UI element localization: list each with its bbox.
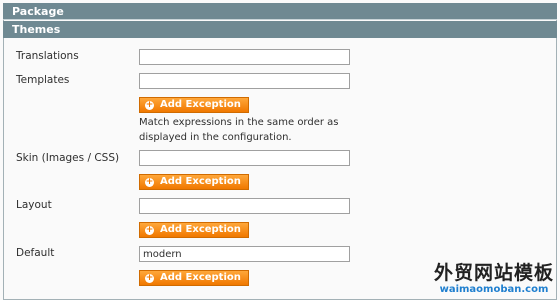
button-label: Add Exception bbox=[160, 224, 241, 235]
default-input[interactable] bbox=[139, 246, 350, 262]
section-header-themes[interactable]: Themes bbox=[3, 21, 557, 38]
button-label: Add Exception bbox=[160, 99, 241, 110]
templates-label: Templates bbox=[16, 74, 70, 86]
skin-label: Skin (Images / CSS) bbox=[16, 152, 120, 164]
default-label: Default bbox=[16, 247, 55, 259]
help-note: Match expressions in the same order as d… bbox=[139, 117, 339, 143]
watermark-chinese: 外贸网站模板 bbox=[433, 262, 554, 284]
watermark: 外贸网站模板 waimaomoban.com bbox=[434, 262, 554, 296]
layout-input[interactable] bbox=[139, 198, 350, 214]
plus-icon: + bbox=[145, 176, 154, 187]
default-add-exception-button[interactable]: + Add Exception bbox=[139, 270, 249, 286]
section-header-package[interactable]: Package bbox=[3, 3, 557, 20]
layout-add-exception-button[interactable]: + Add Exception bbox=[139, 222, 249, 238]
plus-icon: + bbox=[145, 99, 154, 110]
skin-input[interactable] bbox=[139, 150, 350, 166]
translations-input[interactable] bbox=[139, 49, 350, 65]
skin-add-exception-button[interactable]: + Add Exception bbox=[139, 174, 249, 190]
layout-label: Layout bbox=[16, 199, 52, 211]
translations-label: Translations bbox=[16, 50, 79, 62]
templates-add-exception-button[interactable]: + Add Exception bbox=[139, 97, 249, 113]
templates-input[interactable] bbox=[139, 73, 350, 89]
plus-icon: + bbox=[145, 224, 154, 235]
button-label: Add Exception bbox=[160, 176, 241, 187]
plus-icon: + bbox=[145, 272, 154, 283]
watermark-url: waimaomoban.com bbox=[439, 284, 549, 295]
button-label: Add Exception bbox=[160, 272, 241, 283]
